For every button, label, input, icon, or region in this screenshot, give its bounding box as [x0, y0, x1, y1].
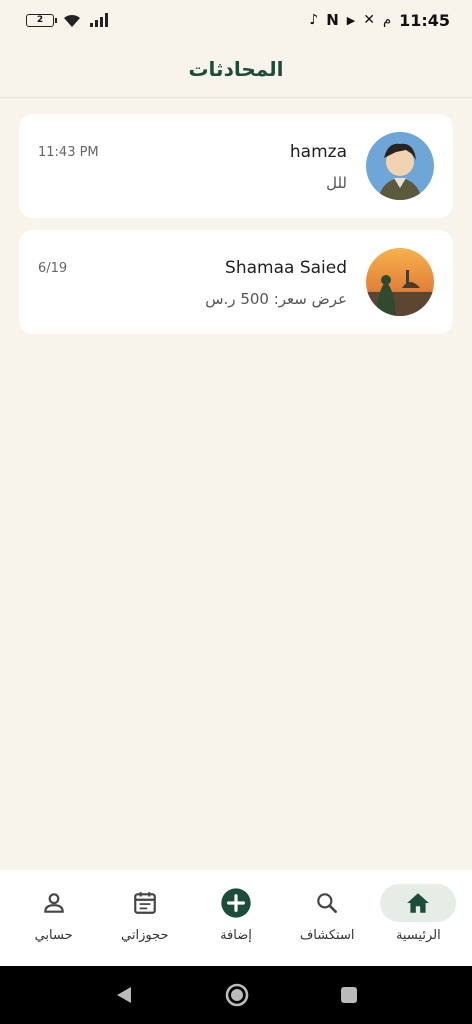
nav-icon-container: [380, 884, 457, 922]
battery-icon: 2: [26, 13, 57, 27]
conversation-name: Shamaa Saied: [225, 258, 347, 278]
home-icon: [407, 893, 430, 913]
play-icon: ▶: [346, 13, 356, 27]
nav-label: إضافة: [220, 928, 252, 943]
nav-label: حسابي: [34, 928, 73, 943]
nav-icon-container: [107, 884, 183, 922]
conversation-time: 11:43 PM: [38, 145, 99, 160]
nav-label: استكشاف: [299, 928, 355, 943]
chat-list-screen: 2 ♪ N ▶ ✕ م 11:45 المحادثات hamza للل 11…: [0, 0, 472, 1024]
nav-item-bookings[interactable]: حجوزاتي: [103, 884, 187, 943]
recents-icon[interactable]: [339, 985, 359, 1005]
back-icon[interactable]: [113, 984, 135, 1006]
nav-icon-container: [16, 884, 92, 922]
status-right: ♪ N ▶ ✕ م 11:45: [309, 11, 450, 30]
nav-label: حجوزاتي: [121, 928, 169, 943]
status-bar: 2 ♪ N ▶ ✕ م 11:45: [0, 0, 472, 40]
status-rtl-marker: م: [383, 12, 392, 28]
nav-item-home[interactable]: الرئيسية: [376, 884, 460, 943]
conversation-item-shamaa-saied[interactable]: Shamaa Saied عرض سعر: 500 ر.س 6/19: [19, 230, 453, 334]
conversation-item-hamza[interactable]: hamza للل 11:43 PM: [19, 114, 453, 218]
system-navigation-bar: [0, 966, 472, 1024]
conversation-preview: للل: [326, 174, 347, 192]
avatar: [366, 248, 434, 316]
conversation-list: hamza للل 11:43 PM Shamaa Saied عرض سعر:…: [19, 114, 453, 346]
nav-item-explore[interactable]: استكشاف: [285, 884, 369, 943]
tiktok-icon: ♪: [309, 12, 319, 28]
page-title: المحادثات: [188, 56, 284, 81]
conversation-name: hamza: [289, 142, 347, 162]
nav-item-add[interactable]: إضافة: [194, 884, 278, 943]
avatar: [366, 132, 434, 200]
home-button-icon[interactable]: [225, 983, 249, 1007]
nav-label: الرئيسية: [395, 928, 441, 943]
bottom-navigation: الرئيسية استكشاف إضافة حجوزاتي حسابي: [0, 870, 472, 966]
status-time: 11:45: [399, 10, 450, 30]
status-left: 2: [26, 12, 110, 28]
nav-item-account[interactable]: حسابي: [12, 884, 96, 943]
calendar-icon: [133, 892, 156, 914]
nav-icon-container: [198, 884, 274, 922]
search-icon: [317, 893, 338, 913]
nav-icon-container: [289, 884, 365, 922]
wifi-icon: [64, 14, 80, 27]
add-circle-icon: [221, 888, 251, 918]
signal-icon: [90, 13, 108, 27]
conversation-time: 6/19: [38, 261, 68, 276]
app-header: المحادثات: [0, 40, 472, 98]
netflix-icon: N: [326, 11, 339, 29]
notifications-off-icon: ✕: [363, 12, 375, 28]
conversation-preview: عرض سعر: 500 ر.س: [205, 290, 347, 308]
person-icon: [43, 893, 64, 913]
